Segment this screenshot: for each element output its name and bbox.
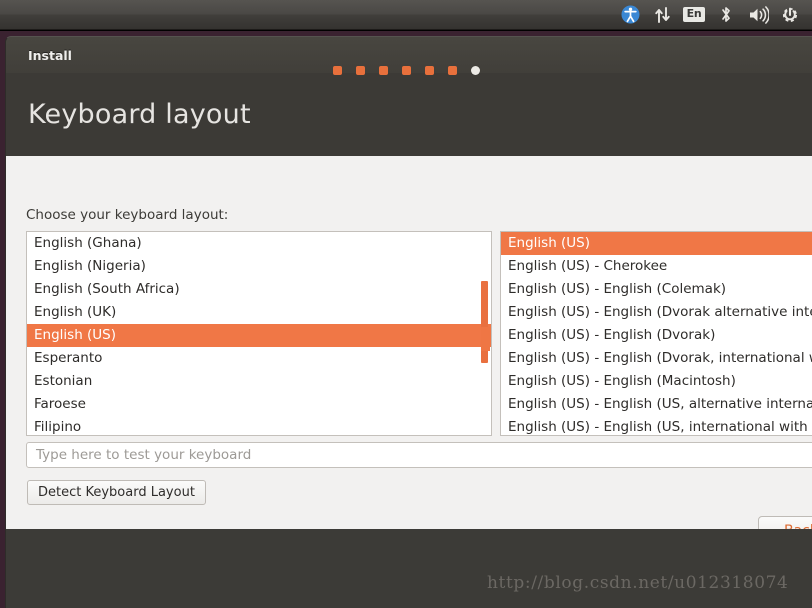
keyboard-layout-indicator[interactable]: En — [679, 1, 709, 29]
language-list-item[interactable]: Esperanto — [27, 347, 491, 370]
language-list-item-label: Filipino — [34, 419, 82, 435]
variant-list-item[interactable]: English (US) - English (US, alternative … — [501, 393, 812, 416]
variant-list-item-label: English (US) - English (Dvorak alternati… — [508, 304, 812, 320]
variant-list-item[interactable]: English (US) - English (Dvorak alternati… — [501, 301, 812, 324]
variant-list-item-label: English (US) - Cherokee — [508, 258, 668, 274]
window-footer — [6, 529, 812, 608]
progress-dot — [401, 66, 411, 75]
variant-list-item-label: English (US) - English (US, internationa… — [508, 419, 812, 435]
variant-list-item[interactable]: English (US) - Cherokee — [501, 255, 812, 278]
window-title: Install — [28, 47, 72, 63]
language-list-item[interactable]: English (UK) — [27, 301, 491, 324]
language-list-scrollbar-thumb-active[interactable] — [481, 327, 490, 351]
language-list-item[interactable]: English (South Africa) — [27, 278, 491, 301]
variant-list-item-label: English (US) — [508, 235, 591, 251]
keyboard-test-input[interactable]: Type here to test your keyboard — [26, 442, 812, 468]
language-list-item[interactable]: Estonian — [27, 370, 491, 393]
variant-list-item[interactable]: English (US) — [501, 232, 812, 255]
content-area: Choose your keyboard layout: English (Gh… — [6, 156, 812, 546]
language-list-item[interactable]: Faroese — [27, 393, 491, 416]
keyboard-test-placeholder: Type here to test your keyboard — [36, 447, 252, 463]
variant-list-item[interactable]: English (US) - English (Colemak) — [501, 278, 812, 301]
language-list-item[interactable]: Filipino — [27, 416, 491, 435]
progress-dot — [378, 66, 388, 75]
language-list-item-label: Faroese — [34, 396, 86, 412]
variant-list-item-label: English (US) - English (Dvorak) — [508, 327, 716, 343]
progress-dot-active — [470, 66, 480, 75]
volume-icon[interactable] — [743, 1, 773, 29]
language-list-item[interactable]: English (Nigeria) — [27, 255, 491, 278]
session-power-icon[interactable] — [775, 1, 805, 29]
installer-window: Install Keyboard layout Choose your keyb… — [5, 36, 812, 608]
progress-dot — [447, 66, 457, 75]
network-icon[interactable] — [647, 1, 677, 29]
variant-list-item[interactable]: English (US) - English (Macintosh) — [501, 370, 812, 393]
variant-list-item[interactable]: English (US) - English (US, internationa… — [501, 416, 812, 435]
keyboard-layout-label: En — [682, 6, 706, 23]
variant-list-item-label: English (US) - English (Macintosh) — [508, 373, 736, 389]
page-header: Keyboard layout — [6, 73, 812, 156]
screen: En Install Keyboard layout Choose your k… — [0, 0, 812, 608]
keyboard-language-list[interactable]: English (Ghana) English (Nigeria) English … — [26, 231, 492, 436]
page-title: Keyboard layout — [28, 99, 251, 130]
keyboard-variant-list[interactable]: English (US) English (US) - Cherokee Engli… — [500, 231, 812, 436]
variant-list-item-label: English (US) - English (Dvorak, internat… — [508, 350, 812, 366]
progress-dot — [424, 66, 434, 75]
system-panel: En — [0, 0, 812, 30]
choose-layout-label: Choose your keyboard layout: — [26, 207, 229, 223]
bluetooth-icon[interactable] — [711, 1, 741, 29]
variant-list-item-label: English (US) - English (US, alternative … — [508, 396, 812, 412]
language-list-item-label: English (Nigeria) — [34, 258, 146, 274]
language-list-item[interactable]: English (US) — [27, 324, 491, 347]
language-list-item-label: English (South Africa) — [34, 281, 180, 297]
language-list-item-label: English (UK) — [34, 304, 117, 320]
language-list-item-label: Esperanto — [34, 350, 103, 366]
language-list-item-label: Estonian — [34, 373, 93, 389]
variant-list-item[interactable]: English (US) - English (Dvorak, internat… — [501, 347, 812, 370]
detect-keyboard-layout-label: Detect Keyboard Layout — [38, 485, 195, 500]
progress-dot — [332, 66, 342, 75]
language-list-item[interactable]: English (Ghana) — [27, 232, 491, 255]
detect-keyboard-layout-button[interactable]: Detect Keyboard Layout — [27, 480, 206, 505]
language-list-item-label: English (US) — [34, 327, 117, 343]
progress-dots — [0, 66, 812, 75]
language-list-scrollbar[interactable] — [481, 233, 490, 435]
progress-dot — [355, 66, 365, 75]
watermark-text: http://blog.csdn.net/u012318074 — [487, 573, 789, 593]
variant-list-item-label: English (US) - English (Colemak) — [508, 281, 727, 297]
accessibility-icon[interactable] — [615, 1, 645, 29]
language-list-item-label: English (Ghana) — [34, 235, 142, 251]
variant-list-item[interactable]: English (US) - English (Dvorak) — [501, 324, 812, 347]
